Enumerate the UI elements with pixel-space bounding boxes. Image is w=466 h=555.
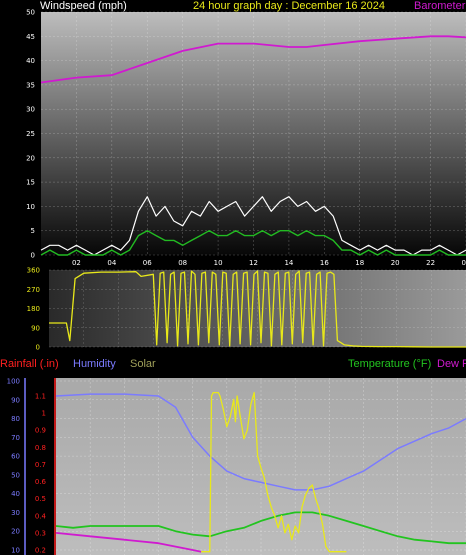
- wind-y-tick-label: 50: [26, 9, 35, 17]
- rainfall-y-tick-label: 0.6: [35, 478, 47, 486]
- rainfall-y-tick-label: 0.4: [35, 512, 47, 520]
- wind-x-tick-label: 12: [249, 259, 258, 267]
- wind-x-tick-label: 02: [72, 259, 81, 267]
- wind-y-tick-label: 40: [26, 57, 35, 65]
- wind-x-tick-label: 20: [391, 259, 400, 267]
- direction-y-axis-ticks: 0 90 180 270 360: [27, 267, 40, 352]
- wind-x-tick-label: 08: [178, 259, 187, 267]
- wind-x-tick-label: 00: [462, 259, 466, 267]
- wind-y-tick-label: 15: [26, 179, 35, 187]
- humidity-y-tick-label: 50: [11, 471, 20, 479]
- humidity-y-tick-label: 70: [11, 434, 20, 442]
- graph-title: 24 hour graph day : December 16 2024: [193, 0, 385, 12]
- rainfall-y-tick-label: 0.8: [35, 444, 46, 452]
- wind-y-tick-label: 10: [26, 203, 35, 211]
- windspeed-axis-label: Windspeed (mph): [40, 0, 127, 12]
- humidity-y-tick-label: 10: [11, 547, 20, 555]
- direction-y-tick-label: 0: [36, 344, 40, 352]
- rainfall-y-tick-label: 0.5: [35, 495, 46, 503]
- wind-y-tick-label: 25: [26, 130, 35, 138]
- humidity-y-tick-label: 90: [11, 396, 20, 404]
- wind-x-tick-label: 16: [320, 259, 329, 267]
- humidity-y-tick-label: 100: [7, 378, 20, 386]
- weather-chart-canvas: 05101520253035404550 02 04 06 08 10 12 14 16 18 2…: [0, 0, 466, 555]
- rainfall-y-tick-label: 0.9: [35, 427, 46, 435]
- dew-legend-label: Dew F: [437, 358, 466, 370]
- wind-y-tick-label: 20: [26, 154, 35, 162]
- multi-y-axis-ticks: 10 20 30 40 50 60 70 80 90 100 0.2 0.3 0.4 0.5 0.6 0.7 0…: [7, 378, 47, 555]
- direction-y-tick-label: 180: [27, 305, 40, 313]
- rainfall-y-tick-label: 1: [42, 410, 46, 418]
- wind-y-tick-label: 35: [26, 81, 35, 89]
- rainfall-y-tick-label: 0.3: [35, 529, 46, 537]
- wind-y-tick-label: 5: [31, 227, 35, 235]
- rainfall-y-tick-label: 0.7: [35, 461, 46, 469]
- humidity-legend-label: Humidity: [73, 358, 116, 370]
- wind-x-tick-label: 10: [214, 259, 223, 267]
- direction-y-tick-label: 270: [27, 286, 40, 294]
- humidity-y-tick-label: 40: [11, 490, 20, 498]
- wind-y-tick-label: 30: [26, 106, 35, 114]
- humidity-y-tick-label: 60: [11, 453, 20, 461]
- rainfall-y-tick-label: 0.2: [35, 547, 46, 555]
- rainfall-legend-label: Rainfall (.in): [0, 358, 59, 370]
- wind-y-tick-label: 45: [26, 33, 35, 41]
- humidity-y-tick-label: 20: [11, 528, 20, 536]
- wind-y-tick-label: 0: [31, 252, 35, 260]
- solar-legend-label: Solar: [130, 358, 156, 370]
- barometer-label: Barometer: [414, 0, 466, 12]
- rainfall-y-tick-label: 1.1: [35, 393, 46, 401]
- wind-x-axis-ticks: 02 04 06 08 10 12 14 16 18 20 22 00: [72, 259, 466, 267]
- weather-graph-page: 0 5 10 15 20 25 30 35 40 45 50 02 04 06 08 10 12 14 16 18 2…: [0, 0, 466, 555]
- wind-x-tick-label: 18: [355, 259, 364, 267]
- humidity-y-tick-label: 80: [11, 415, 20, 423]
- wind-x-tick-label: 06: [143, 259, 152, 267]
- temperature-legend-label: Temperature (°F): [348, 358, 431, 370]
- direction-y-tick-label: 90: [31, 324, 40, 332]
- wind-x-tick-label: 14: [284, 259, 293, 267]
- wind-x-tick-label: 04: [107, 259, 116, 267]
- humidity-y-tick-label: 30: [11, 509, 20, 517]
- wind-y-axis-ticks: 0 5 10 15 20 25 30 35 40 45 50: [26, 9, 35, 260]
- direction-y-tick-label: 360: [27, 267, 40, 275]
- wind-x-tick-label: 22: [426, 259, 435, 267]
